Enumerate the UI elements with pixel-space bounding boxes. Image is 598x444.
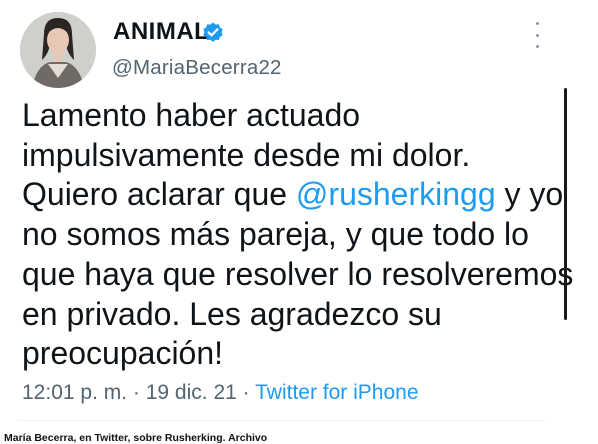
tweet-metadata: 12:01 p. m. · 19 dic. 21 · Twitter for i… (22, 381, 419, 405)
scrollbar[interactable] (564, 88, 567, 320)
tweet-line: no somos más pareja, y que todo lo (22, 216, 529, 253)
meta-separator: · (236, 381, 256, 404)
avatar[interactable] (20, 12, 96, 88)
tweet-line: que haya que resolver lo resolveremos (22, 255, 574, 292)
tweet-date[interactable]: 19 dic. 21 (146, 381, 237, 404)
tweet-line: en privado. Les agradezco su (22, 295, 442, 332)
tweet-card: ANIMAL @MariaBecerra22 Lamento haber act… (0, 0, 598, 428)
author-handle[interactable]: @MariaBecerra22 (112, 56, 282, 80)
meta-separator: · (127, 381, 146, 404)
author-display-name[interactable]: ANIMAL (113, 18, 209, 46)
tweet-source-link[interactable]: Twitter for iPhone (255, 381, 418, 404)
tweet-line: impulsivamente desde mi dolor. (22, 136, 471, 173)
divider (18, 420, 546, 421)
avatar-image (20, 12, 96, 88)
tweet-time[interactable]: 12:01 p. m. (22, 381, 127, 404)
tweet-line: preocupación! (22, 335, 224, 372)
mention-link[interactable]: @rusherkingg (296, 176, 496, 212)
verified-badge-icon (203, 22, 223, 42)
image-caption: María Becerra, en Twitter, sobre Rusherk… (4, 432, 268, 444)
tweet-line: Quiero aclarar que @rusherkingg y yo (22, 176, 564, 213)
tweet-text: Lamento haber actuado impulsivamente des… (22, 96, 574, 374)
tweet-line: Lamento haber actuado (22, 97, 361, 133)
more-options-icon[interactable] (530, 22, 544, 48)
